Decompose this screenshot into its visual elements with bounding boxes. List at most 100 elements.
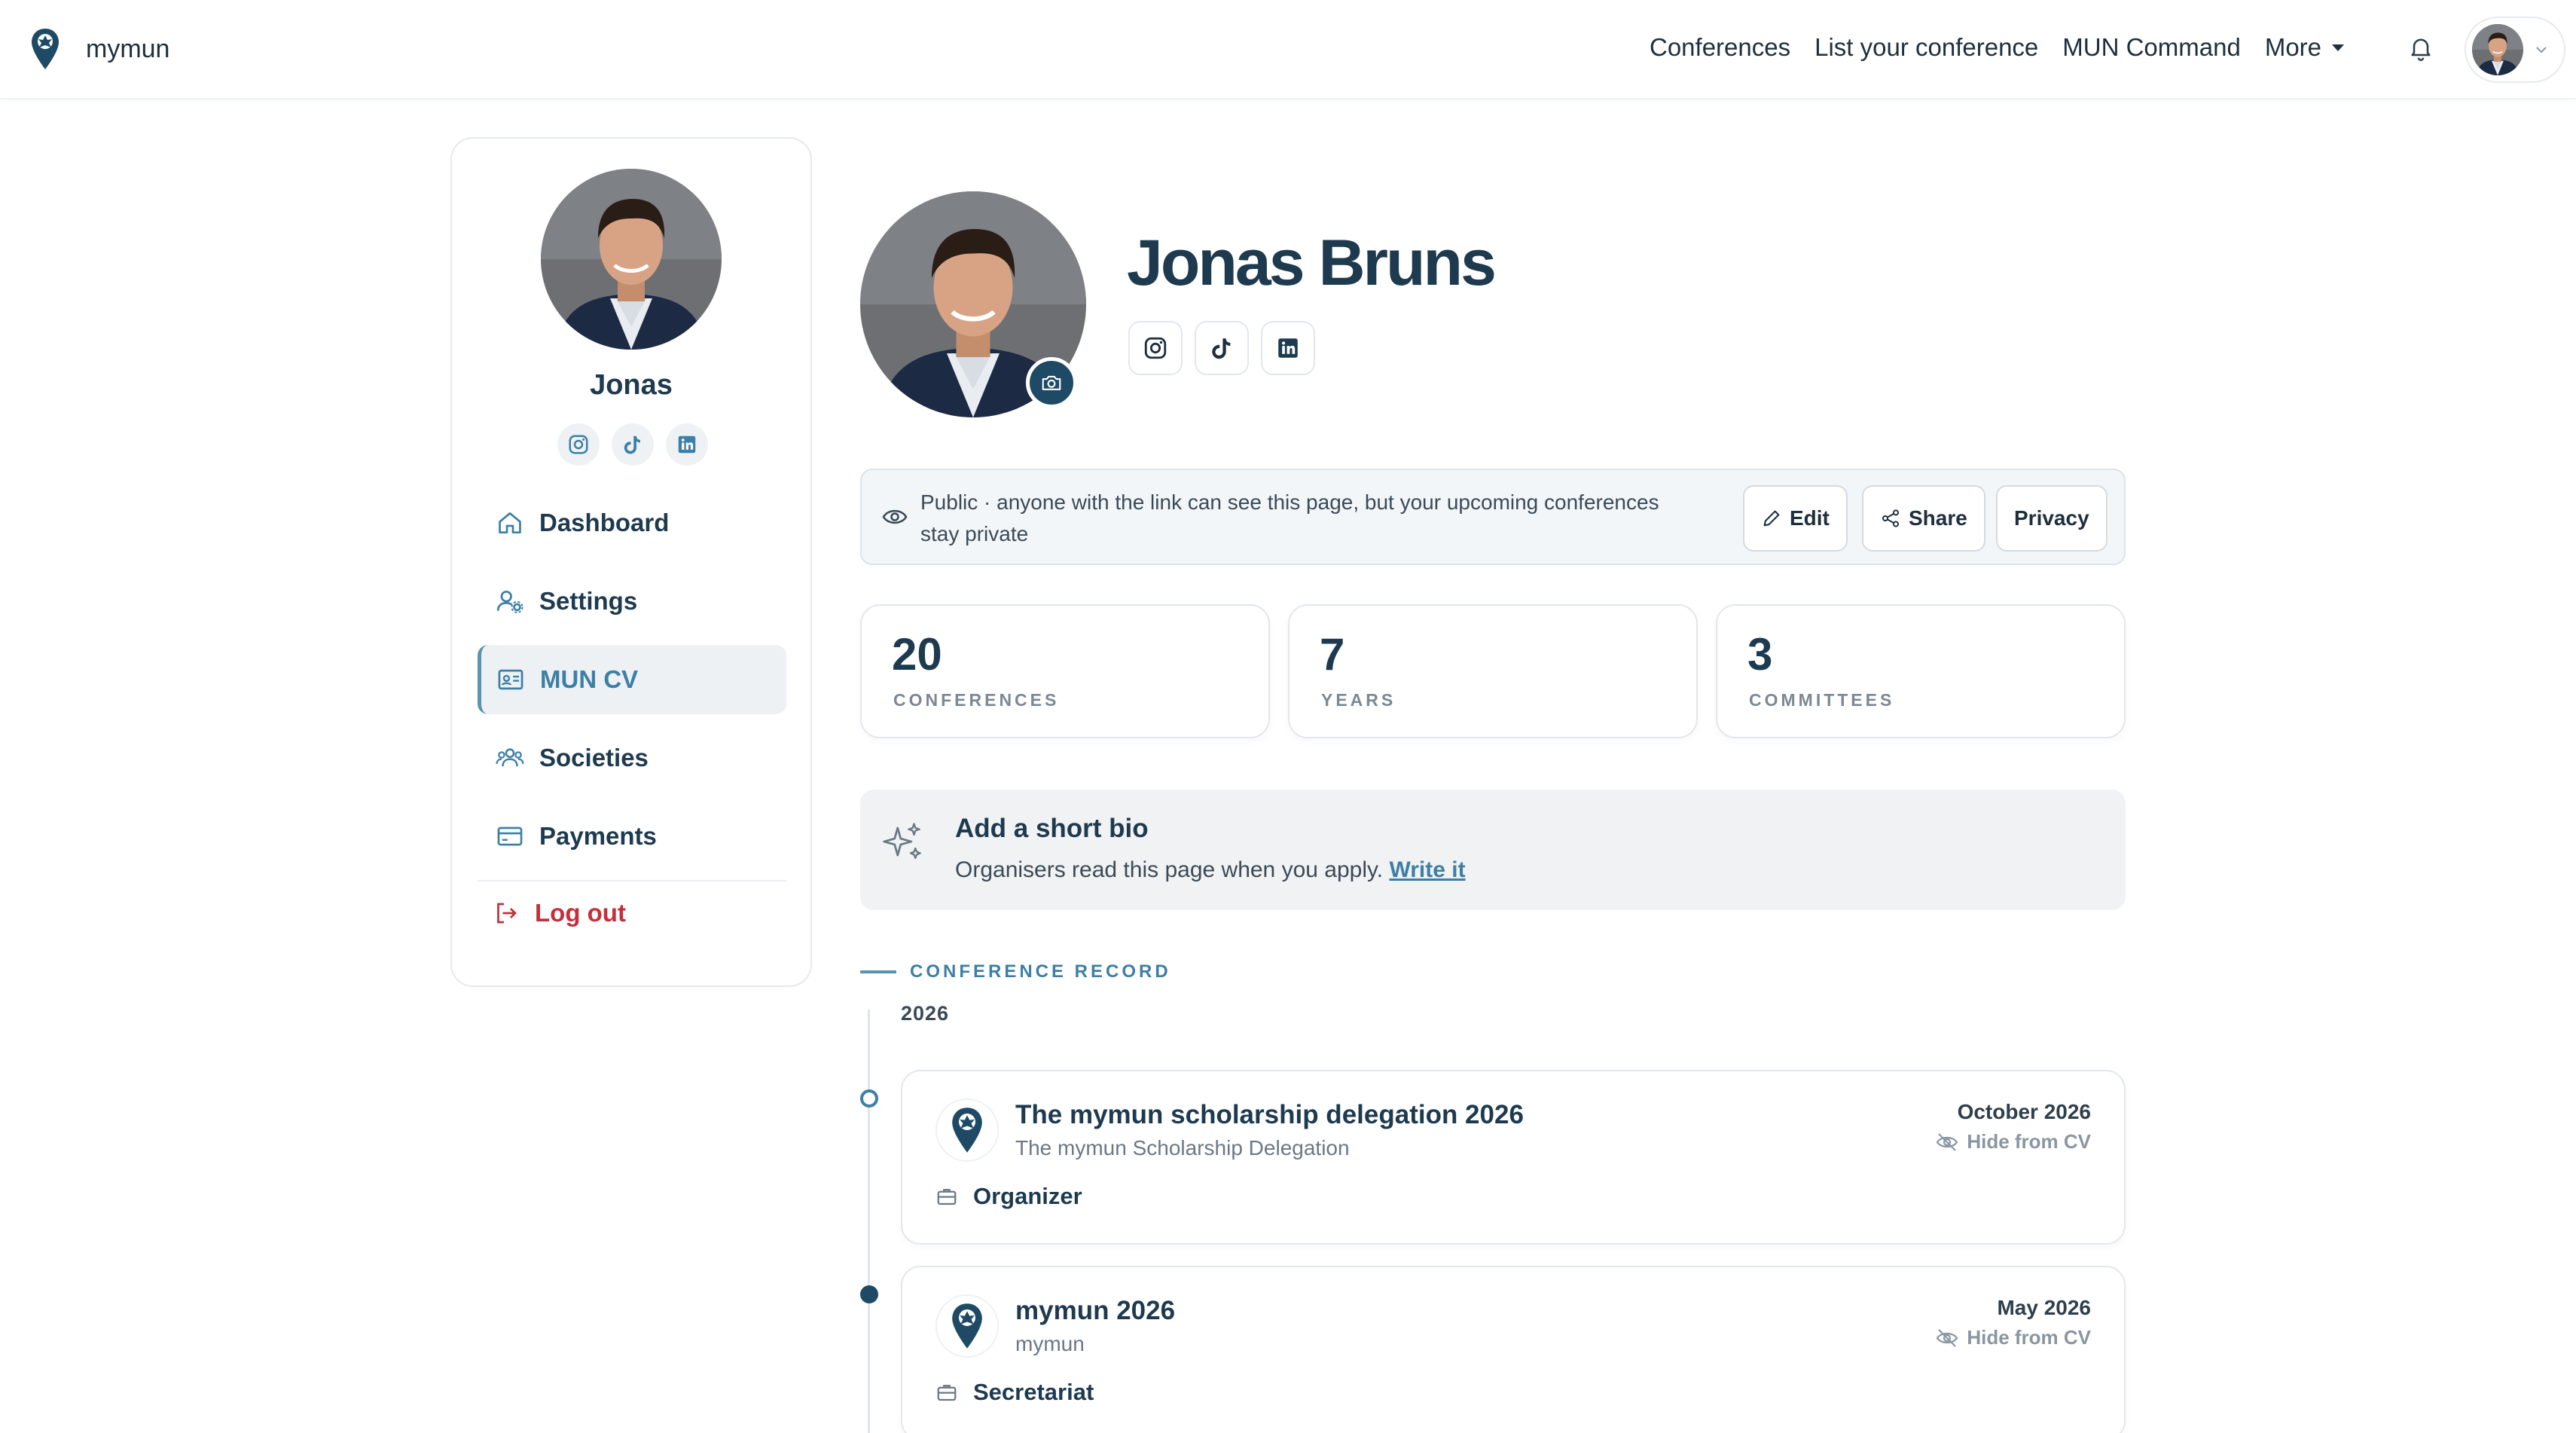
bio-text: Organisers read this page when you apply… xyxy=(955,857,1384,882)
conference-date: May 2026 xyxy=(1997,1296,2091,1319)
share-icon xyxy=(1882,509,1900,527)
brand-link[interactable]: mymun xyxy=(30,27,169,71)
nav-link-list-conference[interactable]: List your conference xyxy=(1814,33,2038,62)
stat-value: 3 xyxy=(1747,629,1773,680)
profile-sidebar: Jonas Dashboard Settings MUN CV Societie… xyxy=(450,137,812,987)
mymun-logo-icon xyxy=(30,27,60,71)
caret-down-icon xyxy=(2332,44,2345,51)
conference-role: Organizer xyxy=(935,1183,1082,1210)
stat-label: COMMITTEES xyxy=(1749,690,1895,710)
sidebar-item-label: MUN CV xyxy=(540,665,639,693)
sidebar-linkedin-link[interactable] xyxy=(666,423,708,466)
write-bio-link[interactable]: Write it xyxy=(1389,857,1465,882)
conference-role: Secretariat xyxy=(935,1379,1094,1406)
tiktok-link[interactable] xyxy=(1195,321,1249,375)
avatar-photo xyxy=(2472,24,2523,75)
instagram-icon xyxy=(567,433,590,456)
conference-date: October 2026 xyxy=(1957,1100,2091,1123)
share-button-label: Share xyxy=(1909,506,1967,530)
linkedin-link[interactable] xyxy=(1261,321,1315,375)
camera-icon xyxy=(1042,375,1061,390)
stat-card-committees: 3 COMMITTEES xyxy=(1716,604,2126,738)
stat-label: CONFERENCES xyxy=(893,690,1060,710)
sidebar-user-name: Jonas xyxy=(590,369,673,401)
logout-icon xyxy=(497,903,517,924)
bell-icon[interactable] xyxy=(2407,33,2434,63)
stat-value: 7 xyxy=(1320,629,1345,680)
sidebar-item-settings[interactable]: Settings xyxy=(478,567,786,636)
conference-title: The mymun scholarship delegation 2026 xyxy=(1015,1100,1524,1129)
chevron-down-icon xyxy=(2536,47,2547,53)
conference-logo xyxy=(935,1294,999,1358)
privacy-button[interactable]: Privacy xyxy=(1996,485,2107,552)
sidebar-avatar xyxy=(541,169,722,350)
sidebar-tiktok-link[interactable] xyxy=(612,423,654,466)
sidebar-item-label: Payments xyxy=(539,822,657,850)
conference-role-label: Secretariat xyxy=(973,1379,1094,1405)
timeline-year: 2026 xyxy=(901,1002,950,1025)
nav-more-label: More xyxy=(2264,33,2322,61)
tiktok-icon xyxy=(621,433,644,456)
conference-role-label: Organizer xyxy=(973,1183,1082,1209)
sidebar-item-payments[interactable]: Payments xyxy=(478,802,786,871)
share-button[interactable]: Share xyxy=(1862,485,1985,552)
main-nav: Conferences List your conference MUN Com… xyxy=(1650,33,2345,62)
eye-off-icon xyxy=(1935,1132,1959,1153)
tiktok-icon xyxy=(1209,335,1235,361)
id-card-icon xyxy=(498,669,523,690)
conference-card[interactable]: mymun 2026 mymun Secretariat May 2026 Hi… xyxy=(901,1266,2126,1433)
pencil-icon xyxy=(1763,510,1780,527)
hide-from-cv-label: Hide from CV xyxy=(1967,1326,2091,1349)
avatar xyxy=(2472,24,2523,75)
nav-link-conferences[interactable]: Conferences xyxy=(1650,33,1790,62)
eye-off-icon xyxy=(1935,1328,1959,1349)
sidebar-item-mun-cv[interactable]: MUN CV xyxy=(478,645,786,714)
sidebar-item-dashboard[interactable]: Dashboard xyxy=(478,488,786,558)
conference-logo xyxy=(935,1098,999,1162)
edit-button-label: Edit xyxy=(1790,506,1830,530)
timeline-dot xyxy=(860,1089,878,1108)
profile-name: Jonas Bruns xyxy=(1127,227,1497,299)
privacy-button-label: Privacy xyxy=(2014,506,2089,530)
sidebar-item-societies[interactable]: Societies xyxy=(478,723,786,793)
conference-title: mymun 2026 xyxy=(1015,1296,1176,1325)
conference-organizer: mymun xyxy=(1015,1332,1085,1355)
bio-title: Add a short bio xyxy=(955,814,1149,843)
timeline-dot xyxy=(860,1285,878,1303)
nav-more-dropdown[interactable]: More xyxy=(2264,33,2345,62)
logout-button[interactable]: Log out xyxy=(478,881,786,945)
mymun-logo-icon xyxy=(951,1106,984,1154)
linkedin-icon xyxy=(1275,335,1301,361)
bio-text-line: Organisers read this page when you apply… xyxy=(955,857,1466,883)
instagram-link[interactable] xyxy=(1128,321,1183,375)
stat-card-years: 7 YEARS xyxy=(1288,604,1698,738)
user-settings-icon xyxy=(496,590,523,613)
edit-button[interactable]: Edit xyxy=(1743,485,1848,552)
timeline-axis xyxy=(868,1010,870,1433)
credit-card-icon xyxy=(497,826,523,846)
sidebar-item-label: Societies xyxy=(539,744,649,771)
brand-name: mymun xyxy=(86,34,170,63)
hide-from-cv-button[interactable]: Hide from CV xyxy=(1935,1326,2091,1349)
account-menu-button[interactable] xyxy=(2465,17,2565,83)
change-photo-button[interactable] xyxy=(1026,357,1077,408)
sidebar-instagram-link[interactable] xyxy=(557,423,600,466)
visibility-banner: Public · anyone with the link can see th… xyxy=(860,469,2126,565)
mymun-logo-icon xyxy=(951,1302,984,1350)
section-accent-line xyxy=(860,970,896,973)
profile-social-links xyxy=(1128,321,1315,375)
eye-icon xyxy=(882,509,908,524)
hide-from-cv-label: Hide from CV xyxy=(1967,1130,2091,1153)
sidebar-item-label: Settings xyxy=(539,587,638,615)
sidebar-social-links xyxy=(557,423,708,466)
nav-link-mun-command[interactable]: MUN Command xyxy=(2062,33,2241,62)
top-navbar: mymun Conferences List your conference M… xyxy=(0,0,2576,99)
linkedin-icon xyxy=(676,433,698,456)
conference-card[interactable]: The mymun scholarship delegation 2026 Th… xyxy=(901,1070,2126,1245)
sidebar-menu: Dashboard Settings MUN CV Societies Paym… xyxy=(478,488,786,945)
hide-from-cv-button[interactable]: Hide from CV xyxy=(1935,1130,2091,1153)
briefcase-icon xyxy=(935,1381,958,1404)
stat-card-conferences: 20 CONFERENCES xyxy=(860,604,1270,738)
stat-value: 20 xyxy=(892,629,942,680)
add-bio-card: Add a short bio Organisers read this pag… xyxy=(860,790,2126,910)
